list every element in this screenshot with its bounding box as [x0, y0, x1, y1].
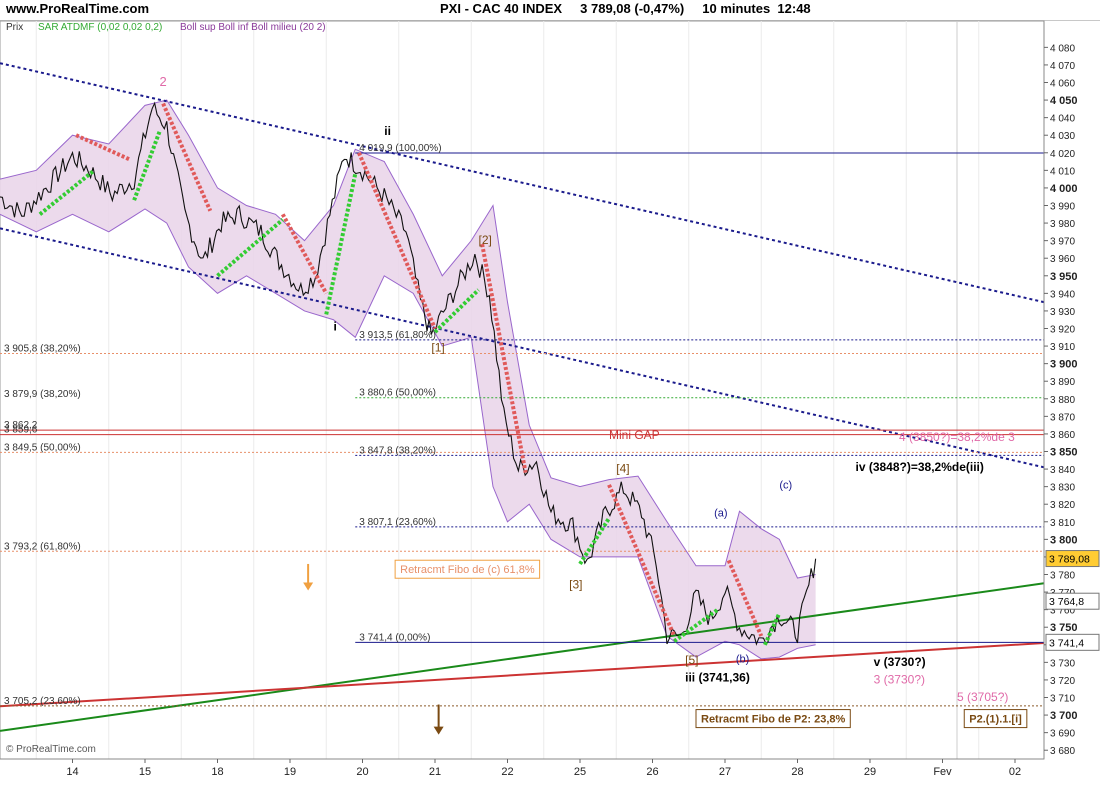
wave-annotation: 3 (3730?) — [874, 672, 925, 686]
y-tick-label: 3 930 — [1050, 307, 1075, 318]
annotation-box-text: P2.(1).1.[i] — [969, 714, 1022, 726]
y-tick-label: 3 870 — [1050, 412, 1075, 423]
y-tick-label: 3 710 — [1050, 694, 1075, 705]
fibo-level-label: 3 905,8 (38,20%) — [4, 343, 81, 354]
y-tick-label: 3 680 — [1050, 746, 1075, 757]
x-tick-label: Fev — [933, 766, 952, 778]
legend-boll: Boll sup Boll inf Boll milieu (20 2) — [180, 22, 326, 33]
price-chart[interactable]: 4 019,9 (100,00%) 3 913,5 (61,80%) 3 905,8… — [0, 0, 1100, 800]
y-tick-label: 3 970 — [1050, 237, 1075, 248]
fibo-level-label: 3 847,8 (38,20%) — [359, 445, 436, 456]
y-tick-label: 4 010 — [1050, 166, 1075, 177]
fibo-level-label: 3 880,6 (50,00%) — [359, 388, 436, 399]
annotation-box-text: Retracmt Fibo de P2: 23,8% — [701, 714, 845, 726]
wave-annotation: (c) — [779, 479, 792, 491]
x-tick-label: 14 — [66, 766, 78, 778]
fibo-level-label: 3 705,2 (23,60%) — [4, 696, 81, 707]
y-tick-label: 3 690 — [1050, 729, 1075, 740]
y-tick-label: 3 880 — [1050, 395, 1075, 406]
wave-annotation: [5] — [685, 653, 698, 667]
y-tick-label: 3 950 — [1050, 271, 1078, 283]
y-tick-label: 3 780 — [1050, 571, 1075, 582]
wave-annotation: 2 — [160, 74, 167, 89]
y-tick-label: 4 080 — [1050, 43, 1075, 54]
wave-annotation: v (3730?) — [874, 655, 926, 669]
y-tick-label: 4 060 — [1050, 79, 1075, 90]
wave-annotation: iii (3741,36) — [685, 671, 750, 685]
wave-annotation: iv (3848?)=38,2%de(iii) — [856, 460, 984, 474]
y-tick-label: 3 890 — [1050, 377, 1075, 388]
y-tick-label: 3 920 — [1050, 325, 1075, 336]
price-tag-label: 3 789,08 — [1049, 554, 1090, 566]
y-tick-label: 4 000 — [1050, 183, 1078, 195]
x-tick-label: 25 — [574, 766, 586, 778]
x-axis: 14 15 18 19 20 21 22 25 26 27 28 29 Fev 02 — [0, 758, 1044, 778]
wave-annotation: ii — [384, 124, 391, 138]
wave-annotation: (b) — [736, 653, 749, 665]
x-tick-label: 15 — [139, 766, 151, 778]
x-tick-label: 18 — [211, 766, 223, 778]
y-tick-label: 4 050 — [1050, 95, 1078, 107]
x-tick-label: 26 — [646, 766, 658, 778]
wave-annotation: i — [334, 319, 337, 333]
fibo-level-label: 3 807,1 (23,60%) — [359, 517, 436, 528]
y-tick-label: 3 700 — [1050, 710, 1078, 722]
y-tick-label: 3 990 — [1050, 202, 1075, 213]
y-tick-label: 3 730 — [1050, 658, 1075, 669]
x-tick-label: 20 — [356, 766, 368, 778]
y-tick-label: 3 910 — [1050, 342, 1075, 353]
wave-annotation: [3] — [569, 578, 582, 592]
price-tag-label: 3 764,8 — [1049, 596, 1084, 608]
y-tick-label: 3 960 — [1050, 254, 1075, 265]
annotation-box-text: Retracmt Fibo de (c) 61,8% — [400, 564, 535, 576]
y-tick-label: 3 840 — [1050, 465, 1075, 476]
wave-annotation: [4] — [616, 462, 629, 476]
wave-annotation: [1] — [431, 340, 444, 354]
y-tick-label: 3 820 — [1050, 500, 1075, 511]
y-tick-label: 3 900 — [1050, 359, 1078, 371]
price-tag-label: 3 741,4 — [1049, 637, 1084, 649]
y-tick-label: 3 800 — [1050, 534, 1078, 546]
y-tick-label: 3 940 — [1050, 289, 1075, 300]
y-tick-label: 3 980 — [1050, 219, 1075, 230]
wave-annotation: 5 (3705?) — [957, 690, 1008, 704]
y-tick-label: 3 750 — [1050, 622, 1078, 634]
x-tick-label: 28 — [791, 766, 803, 778]
fibo-level-label: 4 019,9 (100,00%) — [359, 143, 441, 154]
footer-logo: © ProRealTime.com — [6, 744, 96, 755]
wave-annotation: [2] — [479, 233, 492, 247]
price-tags: 3 789,08 3 764,8 3 741,4 — [1045, 550, 1100, 651]
x-tick-label: 29 — [864, 766, 876, 778]
x-tick-label: 22 — [501, 766, 513, 778]
y-tick-label: 3 860 — [1050, 430, 1075, 441]
legend-sar: SAR ATDMF (0,02 0,02 0,2) — [38, 22, 162, 33]
x-tick-label: 27 — [719, 766, 731, 778]
fibo-level-label: 3 741,4 (0,00%) — [359, 632, 430, 643]
y-tick-label: 3 830 — [1050, 483, 1075, 494]
fibo-level-label: 3 793,2 (61,80%) — [4, 541, 81, 552]
y-tick-label: 4 030 — [1050, 131, 1075, 142]
y-tick-label: 3 850 — [1050, 447, 1078, 459]
x-tick-label: 21 — [429, 766, 441, 778]
x-tick-label: 19 — [284, 766, 296, 778]
x-tick-label: 02 — [1009, 766, 1021, 778]
y-tick-label: 4 020 — [1050, 149, 1075, 160]
wave-annotation: (a) — [714, 508, 727, 520]
fibo-level-label: 3 879,9 (38,20%) — [4, 389, 81, 400]
y-tick-label: 4 040 — [1050, 114, 1075, 125]
fibo-level-label: 3 849,5 (50,00%) — [4, 442, 81, 453]
wave-annotation: 4 (3850?)=38,2%de 3 — [899, 430, 1015, 444]
y-tick-label: 3 810 — [1050, 518, 1075, 529]
y-tick-label: 4 070 — [1050, 61, 1075, 72]
fibo-level-label: 3 913,5 (61,80%) — [359, 330, 436, 341]
wave-annotation: Mini GAP — [609, 428, 660, 442]
fibo-level-label: 3 859,6 — [4, 425, 38, 436]
legend-prix: Prix — [6, 22, 23, 33]
y-tick-label: 3 720 — [1050, 676, 1075, 687]
